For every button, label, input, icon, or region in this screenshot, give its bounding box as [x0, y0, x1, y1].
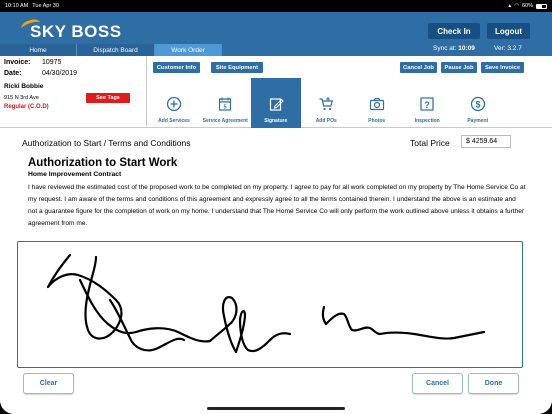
tool-add-services[interactable]: Add Services [148, 78, 200, 128]
tool-label: Signature [264, 118, 288, 124]
work-order-toolbar: Add Services 5 Service Agreement Signatu… [148, 78, 552, 128]
plus-circle-icon [166, 96, 182, 112]
cancel-job-button[interactable]: Cancel Job [400, 62, 437, 73]
signature-drawing [46, 253, 486, 354]
status-date: Tue Apr 30 [32, 3, 59, 9]
question-icon: ? [419, 96, 435, 112]
customer-info-panel: Invoice: 10975 Date: 04/30/2019 Ricki Bo… [0, 56, 147, 128]
check-in-button[interactable]: Check In [428, 23, 480, 39]
signature-pad[interactable] [17, 241, 523, 368]
logout-button[interactable]: Logout [487, 23, 530, 39]
calendar-icon: 5 [217, 96, 233, 112]
status-bar: 10:10 AM Tue Apr 30 ▴ ◠ 60% [0, 0, 552, 12]
save-invoice-button[interactable]: Save Invoice [481, 62, 524, 73]
cart-icon [318, 96, 334, 112]
tool-signature[interactable]: Signature [250, 78, 301, 128]
app-logo: SKY BOSS [30, 22, 122, 41]
svg-text:$: $ [475, 99, 480, 109]
battery-icon [536, 3, 547, 9]
camera-icon [369, 96, 385, 112]
sync-time: 10:09 [458, 45, 475, 52]
dollar-icon: $ [470, 96, 486, 112]
svg-text:5: 5 [224, 105, 227, 111]
signal-icon: ▴ [508, 3, 512, 9]
customer-address: 915 N 3rd Ave [4, 95, 39, 101]
invoice-label: Invoice: [4, 59, 31, 66]
sync-status: Sync at: 10:09 [433, 45, 475, 52]
site-equipment-button[interactable]: Site Equipment [211, 62, 263, 73]
invoice-date: 04/30/2019 [41, 70, 77, 77]
battery-percent: 60% [521, 3, 533, 9]
tool-label: Add Services [158, 118, 190, 124]
date-label: Date: [4, 70, 22, 77]
svg-text:?: ? [425, 100, 431, 110]
page-title: Authorization to Start / Terms and Condi… [22, 138, 191, 148]
tab-work-order[interactable]: Work Order [155, 44, 222, 56]
contract-text: I have reviewed the estimated cost of th… [28, 184, 526, 227]
home-indicator [207, 407, 345, 410]
total-price-field: $ 4259.64 [461, 135, 511, 148]
wifi-icon: ◠ [514, 3, 519, 9]
done-button[interactable]: Done [468, 373, 519, 394]
invoice-number: 10975 [41, 59, 62, 66]
tool-label: Payment [467, 118, 489, 124]
see-tags-button[interactable]: See Tags [86, 93, 130, 103]
status-time: 10:10 AM [5, 3, 29, 9]
signature-page: Authorization to Start / Terms and Condi… [0, 129, 552, 414]
pen-edit-icon [268, 96, 284, 112]
cancel-button[interactable]: Cancel [412, 373, 463, 394]
tab-dispatch-board[interactable]: Dispatch Board [77, 44, 155, 56]
tool-add-pos[interactable]: Add POs [301, 78, 352, 128]
tool-label: Service Agreement [202, 118, 248, 124]
tool-label: Add POs [315, 118, 337, 124]
customer-name: Ricki Bobbie [4, 83, 44, 90]
total-price-label: Total Price [410, 138, 450, 148]
tab-home[interactable]: Home [0, 44, 77, 56]
contract-subtitle: Home Improvement Contract [28, 171, 122, 178]
tool-label: Inspection [414, 118, 440, 124]
tool-service-agreement[interactable]: 5 Service Agreement [200, 78, 251, 128]
contract-title: Authorization to Start Work [28, 157, 178, 169]
app-version: Ver: 3.2.7 [494, 45, 522, 52]
tool-inspection[interactable]: ? Inspection [402, 78, 453, 128]
work-order-bar: Invoice: 10975 Date: 04/30/2019 Ricki Bo… [0, 56, 552, 128]
customer-info-button[interactable]: Customer Info [153, 62, 200, 73]
app-window: SKY BOSS Check In Logout Sync at: 10:09 … [0, 12, 552, 414]
pause-job-button[interactable]: Pause Job [441, 62, 477, 73]
clear-button[interactable]: Clear [23, 373, 74, 394]
tool-label: Photos [368, 118, 386, 124]
tool-payment[interactable]: $ Payment [453, 78, 504, 128]
payment-terms: Regular (C.O.D) [4, 104, 49, 110]
header: SKY BOSS Check In Logout Sync at: 10:09 … [0, 12, 552, 56]
nav-tabs: Home Dispatch Board Work Order [0, 44, 222, 56]
tool-photos[interactable]: Photos [352, 78, 403, 128]
sync-label: Sync at: [433, 45, 457, 52]
